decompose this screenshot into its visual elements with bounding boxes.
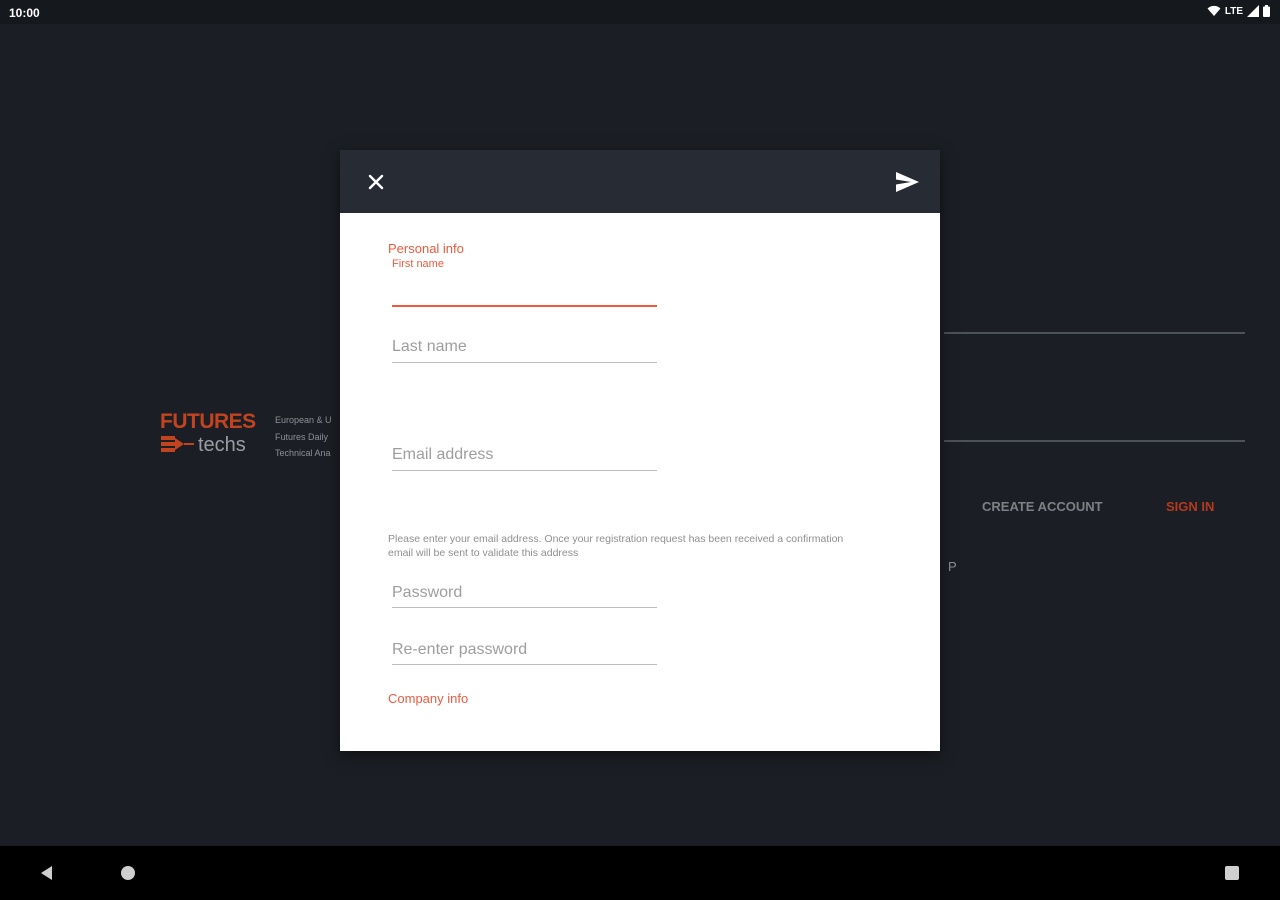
recents-button[interactable] [1223, 864, 1241, 887]
first-name-underline [392, 305, 657, 307]
reenter-password-underline [392, 664, 657, 665]
email-field [392, 442, 657, 472]
battery-icon [1263, 5, 1270, 17]
tagline-line: European & U [275, 415, 332, 425]
company-info-title[interactable]: Company info [388, 691, 468, 706]
status-icons: LTE [1207, 5, 1270, 17]
last-name-field [392, 334, 657, 364]
back-icon [41, 866, 52, 880]
cell-signal-icon [1247, 5, 1259, 17]
password-underline [392, 607, 657, 608]
create-account-button[interactable]: CREATE ACCOUNT [982, 499, 1103, 514]
logo-mark-icon [161, 436, 194, 452]
status-time: 10:00 [9, 6, 40, 20]
email-helper-text: Please enter your email address. Once yo… [388, 533, 844, 559]
wifi-icon [1207, 5, 1221, 16]
background-field-underline [944, 332, 1245, 334]
tagline-line: Futures Daily [275, 431, 329, 442]
password-input[interactable] [392, 580, 657, 606]
last-name-input[interactable] [392, 334, 657, 360]
background-field-underline [944, 440, 1245, 442]
email-underline [392, 470, 657, 471]
background-text-fragment: P [948, 559, 957, 574]
back-button[interactable] [38, 864, 56, 887]
home-button[interactable] [119, 864, 137, 887]
navigation-bar [0, 846, 1280, 900]
first-name-label: First name [392, 258, 444, 270]
dialog-toolbar [340, 150, 940, 213]
reenter-password-field [392, 637, 657, 667]
tagline-line: Technical Ana [275, 448, 331, 458]
send-icon [896, 172, 919, 192]
reenter-password-input[interactable] [392, 637, 657, 663]
personal-info-title: Personal info [388, 241, 464, 256]
logo-word-futures: FUTURES [160, 410, 256, 433]
first-name-input[interactable] [392, 278, 657, 302]
last-name-underline [392, 362, 657, 363]
registration-dialog: Personal info First name Please enter yo… [340, 150, 940, 751]
logo-word-techs: techs [198, 434, 246, 456]
sign-in-button[interactable]: SIGN IN [1166, 499, 1214, 514]
close-button[interactable] [362, 168, 390, 196]
email-input[interactable] [392, 442, 657, 468]
home-icon [121, 866, 135, 880]
status-bar: 10:00 LTE [0, 0, 1280, 24]
first-name-field: First name [392, 258, 657, 308]
recents-icon [1225, 866, 1239, 880]
network-type: LTE [1224, 5, 1243, 17]
close-icon [368, 174, 384, 190]
logo-tagline: European & U Futures Daily Technical Ana [275, 412, 345, 462]
send-button[interactable] [893, 169, 921, 195]
password-field [392, 580, 657, 610]
